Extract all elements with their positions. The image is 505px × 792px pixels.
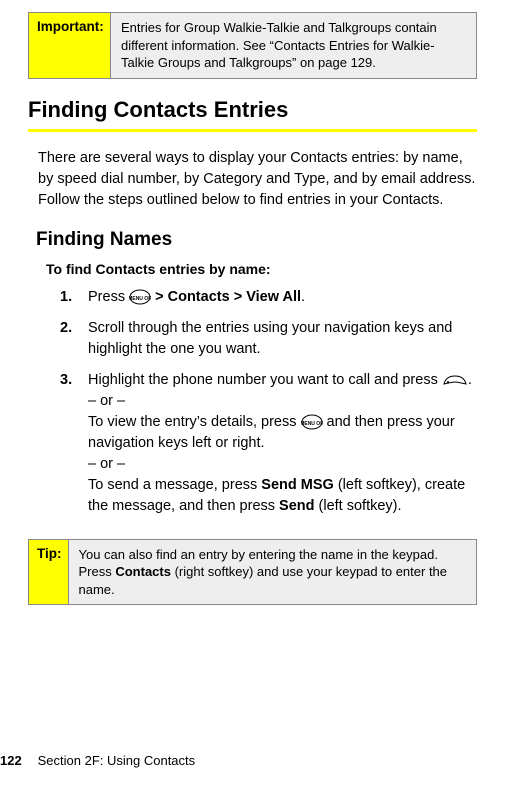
tip-callout: Tip: You can also find an entry by enter… [28,539,477,606]
page-number: 122 [0,753,34,768]
step-3-d1b: Send MSG [261,477,334,493]
subheading: Finding Names [36,229,477,251]
intro-paragraph: There are several ways to display your C… [38,148,477,211]
important-label: Important: [29,13,111,78]
step-3-b: . [468,372,472,388]
step-1-text-c: Contacts [168,289,230,305]
step-3: 3. Highlight the phone number you want t… [88,370,477,517]
step-1-number: 1. [60,287,72,308]
step-3-or1: – or – [88,393,125,409]
step-1: 1. Press MENU OK > Contacts > View All. [88,287,477,308]
call-key-icon [442,372,468,388]
tip-t1b: Contacts [115,564,171,579]
step-1-text-d: > [230,289,247,305]
footer-section: Section 2F: Using Contacts [38,753,196,768]
page-heading: Finding Contacts Entries [28,97,477,123]
step-3-d3: (left softkey). [315,498,402,514]
svg-text:MENU OK: MENU OK [129,296,151,302]
tip-label: Tip: [29,540,69,605]
step-list: 1. Press MENU OK > Contacts > View All. … [66,287,477,517]
step-3-d1: To send a message, press [88,477,261,493]
step-3-a: Highlight the phone number you want to c… [88,372,442,388]
step-2: 2. Scroll through the entries using your… [88,318,477,360]
step-2-text: Scroll through the entries using your na… [88,320,452,357]
step-3-number: 3. [60,370,72,391]
ok-key-icon: MENU OK [301,414,323,430]
step-1-text-a: Press [88,289,129,305]
heading-rule [28,129,477,132]
lead-line: To find Contacts entries by name: [46,261,477,277]
step-1-text-e: View All [246,289,301,305]
page: Important: Entries for Group Walkie-Talk… [0,0,505,792]
step-3-c1: To view the entry’s details, press [88,414,301,430]
important-body: Entries for Group Walkie-Talkie and Talk… [111,13,476,78]
ok-key-icon: MENU OK [129,289,151,305]
step-2-number: 2. [60,318,72,339]
tip-body: You can also find an entry by entering t… [69,540,477,605]
page-footer: 122 Section 2F: Using Contacts [0,753,195,768]
step-1-text-b: > [151,289,168,305]
step-3-d2b: Send [279,498,314,514]
step-1-text-f: . [301,289,305,305]
important-callout: Important: Entries for Group Walkie-Talk… [28,12,477,79]
step-3-or2: – or – [88,456,125,472]
svg-text:MENU OK: MENU OK [301,421,323,427]
